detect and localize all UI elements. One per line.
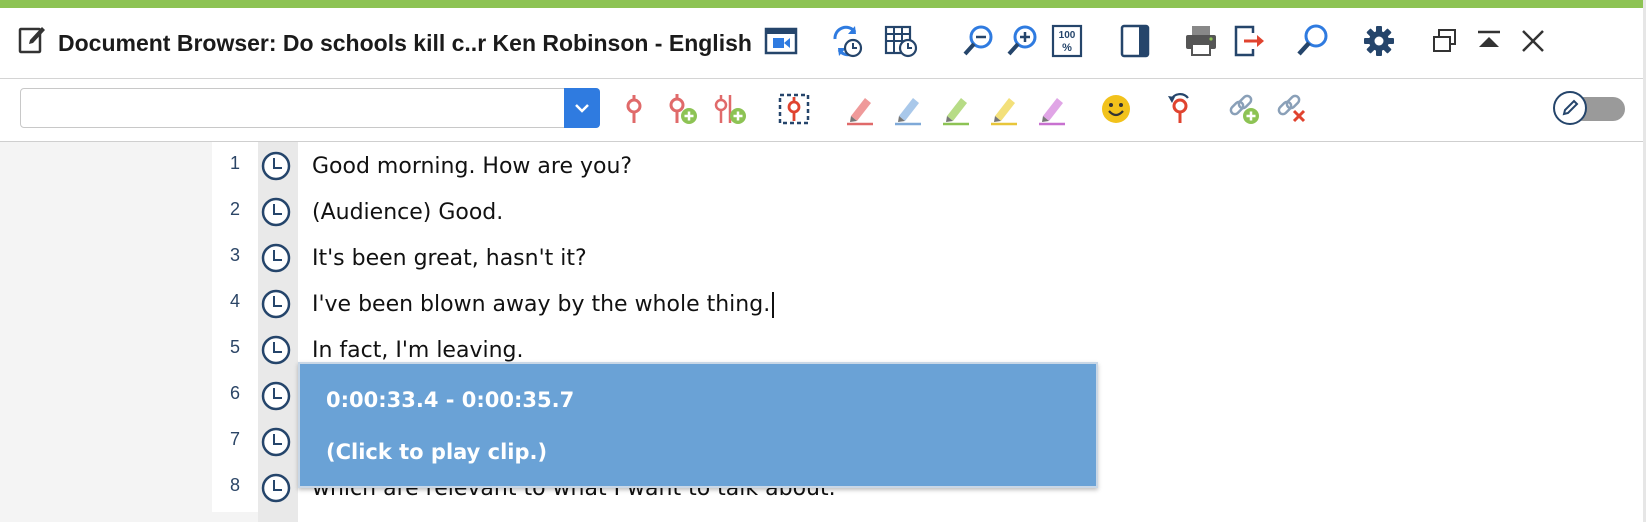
line-number: 1 [212,142,258,190]
code-multiple-add-icon[interactable] [712,91,748,127]
select-region-icon[interactable] [776,91,812,127]
title-bar: Document Browser: Do schools kill c..r K… [0,8,1646,79]
line-number: 5 [212,326,258,374]
link-add-icon[interactable] [1226,91,1262,127]
zoom-in-icon[interactable] [1004,22,1042,60]
table-time-icon[interactable] [882,22,920,60]
panel-icon[interactable] [1116,22,1154,60]
transcript-text[interactable]: In fact, I'm leaving. [312,338,523,363]
chevron-down-icon[interactable] [564,88,600,128]
window-title: Document Browser: Do schools kill c..r K… [58,30,752,56]
search-icon[interactable] [1294,22,1332,60]
svg-text:100: 100 [1059,30,1076,41]
search-combobox[interactable] [20,88,600,128]
line-number: 6 [212,372,258,420]
highlight-red-icon[interactable] [842,91,878,127]
emoticon-icon[interactable] [1098,91,1134,127]
highlight-purple-icon[interactable] [1034,91,1070,127]
code-icon[interactable] [618,91,654,127]
export-icon[interactable] [1230,22,1268,60]
sync-icon[interactable] [828,22,866,60]
gear-icon[interactable] [1360,22,1398,60]
zoom-out-icon[interactable] [960,22,998,60]
clip-tooltip[interactable]: 0:00:33.4 - 0:00:35.7 (Click to play cli… [298,362,1098,488]
clip-time-range: 0:00:33.4 - 0:00:35.7 [326,388,575,412]
undo-code-icon[interactable] [1162,91,1198,127]
edit-mode-toggle[interactable] [1553,91,1625,127]
highlight-blue-icon[interactable] [890,91,926,127]
clock-icon[interactable] [258,240,294,276]
clock-icon[interactable] [258,332,294,368]
clock-icon[interactable] [258,424,294,460]
line-number: 2 [212,188,258,236]
link-remove-icon[interactable] [1274,91,1310,127]
transcript-text-content: I've been blown away by the whole thing. [312,292,771,317]
transcript-text[interactable]: Good morning. How are you? [312,154,632,179]
zoom-100-icon[interactable]: 100% [1048,22,1086,60]
line-number: 8 [212,464,258,512]
line-number: 4 [212,280,258,328]
pencil-icon [1553,91,1587,125]
highlight-green-icon[interactable] [938,91,974,127]
collapse-icon[interactable] [1470,22,1508,60]
close-icon[interactable] [1514,22,1552,60]
line-number: 3 [212,234,258,282]
clock-icon[interactable] [258,148,294,184]
coding-toolbar [0,79,1646,142]
transcript-text[interactable]: I've been blown away by the whole thing. [312,292,775,318]
clock-icon[interactable] [258,286,294,322]
detach-window-icon[interactable] [1426,22,1464,60]
search-input[interactable] [27,93,571,125]
text-caret [772,292,775,318]
transcript-text[interactable]: It's been great, hasn't it? [312,246,587,271]
transcript-row: 4 I've been blown away by the whole thin… [212,280,1646,328]
highlight-yellow-icon[interactable] [986,91,1022,127]
clock-icon[interactable] [258,378,294,414]
transcript-text[interactable]: (Audience) Good. [312,200,503,225]
clip-play-hint: (Click to play clip.) [326,440,548,464]
clock-icon[interactable] [258,194,294,230]
transcript-row: 1 Good morning. How are you? [212,142,1646,190]
line-number: 7 [212,418,258,466]
svg-text:%: % [1062,42,1072,54]
transcript-row: 3 It's been great, hasn't it? [212,234,1646,282]
accent-bar [0,0,1646,8]
video-icon[interactable] [762,22,800,60]
print-icon[interactable] [1182,22,1220,60]
clock-icon[interactable] [258,470,294,506]
edit-document-icon [18,24,46,54]
code-add-icon[interactable] [664,91,700,127]
transcript-row: 2 (Audience) Good. [212,188,1646,236]
